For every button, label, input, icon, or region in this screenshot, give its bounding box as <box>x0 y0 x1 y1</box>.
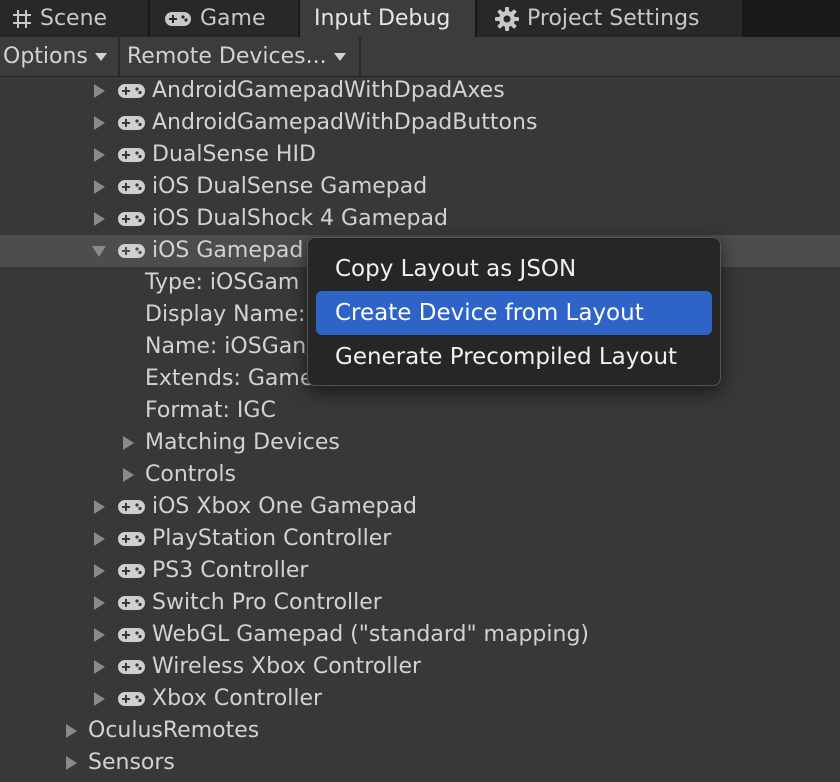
detail-display-name: Display Name: <box>145 302 306 327</box>
detail-row: Format: IGC <box>0 395 840 427</box>
device-label: AndroidGamepadWithDpadAxes <box>152 78 505 103</box>
tree-item-device[interactable]: iOS DualShock 4 Gamepad <box>0 203 840 235</box>
expand-arrow-icon[interactable] <box>94 212 105 226</box>
group-label: OculusRemotes <box>88 718 260 743</box>
expand-arrow-icon[interactable] <box>94 180 105 194</box>
gamepad-icon <box>118 84 145 98</box>
toolbar: Options Remote Devices... <box>0 37 840 77</box>
tree-item-group[interactable]: OculusRemotes <box>0 715 840 747</box>
gamepad-icon <box>118 500 145 514</box>
menu-item-generate-precompiled-layout[interactable]: Generate Precompiled Layout <box>316 335 712 379</box>
tree-item-device[interactable]: iOS DualSense Gamepad <box>0 171 840 203</box>
device-label: WebGL Gamepad ("standard" mapping) <box>152 622 590 647</box>
input-debug-window: Scene Game Input Debug Project Settings … <box>0 0 840 782</box>
detail-format: Format: IGC <box>145 398 276 423</box>
device-label: PS3 Controller <box>152 558 309 583</box>
remote-devices-dropdown[interactable]: Remote Devices... <box>127 37 357 76</box>
tab-input-debug[interactable]: Input Debug <box>300 0 475 37</box>
tree-item-device[interactable]: Xbox Controller <box>0 683 840 715</box>
device-label: iOS Xbox One Gamepad <box>152 494 417 519</box>
toolbar-divider <box>359 37 361 76</box>
gamepad-icon <box>118 148 145 162</box>
tree-item-controls[interactable]: Controls <box>0 459 840 491</box>
gamepad-icon <box>118 212 145 226</box>
gamepad-icon <box>118 596 145 610</box>
subgroup-label: Controls <box>145 462 236 487</box>
expand-arrow-icon[interactable] <box>66 724 77 738</box>
tree-item-device[interactable]: PS3 Controller <box>0 555 840 587</box>
gamepad-icon <box>164 10 192 28</box>
toolbar-divider <box>118 37 120 76</box>
device-label: Switch Pro Controller <box>152 590 382 615</box>
menu-item-create-device-from-layout[interactable]: Create Device from Layout <box>316 291 712 335</box>
options-dropdown[interactable]: Options <box>3 37 116 76</box>
chevron-down-icon <box>94 52 107 61</box>
tab-label: Project Settings <box>527 6 700 31</box>
device-label: Xbox Controller <box>152 686 323 711</box>
expand-arrow-icon[interactable] <box>94 692 105 706</box>
grid-icon <box>12 9 32 29</box>
tree-item-device[interactable]: WebGL Gamepad ("standard" mapping) <box>0 619 840 651</box>
tree-item-device[interactable]: Wireless Xbox Controller <box>0 651 840 683</box>
gamepad-icon <box>118 532 145 546</box>
context-menu: Copy Layout as JSON Create Device from L… <box>307 237 721 386</box>
detail-extends: Extends: Game <box>145 366 314 391</box>
gamepad-icon <box>118 660 145 674</box>
tab-bar: Scene Game Input Debug Project Settings <box>0 0 840 37</box>
gamepad-icon <box>118 628 145 642</box>
expand-arrow-icon[interactable] <box>94 564 105 578</box>
device-label: iOS DualSense Gamepad <box>152 174 428 199</box>
group-label: Sensors <box>88 750 175 775</box>
tab-label: Game <box>200 6 266 31</box>
menu-item-label: Copy Layout as JSON <box>335 256 577 282</box>
device-label: DualSense HID <box>152 142 316 167</box>
menu-item-label: Generate Precompiled Layout <box>335 344 678 370</box>
menu-item-label: Create Device from Layout <box>335 300 644 326</box>
remote-devices-label: Remote Devices... <box>127 44 327 69</box>
tab-game[interactable]: Game <box>150 0 298 37</box>
device-label: AndroidGamepadWithDpadButtons <box>152 110 538 135</box>
expand-arrow-icon[interactable] <box>94 532 105 546</box>
chevron-down-icon <box>333 52 346 61</box>
gamepad-icon <box>118 116 145 130</box>
expand-arrow-icon[interactable] <box>94 628 105 642</box>
device-label: iOS Gamepad <box>152 238 304 263</box>
expand-arrow-icon[interactable] <box>123 468 134 482</box>
expand-arrow-icon[interactable] <box>94 500 105 514</box>
options-label: Options <box>3 44 88 69</box>
expand-arrow-icon[interactable] <box>94 116 105 130</box>
gear-icon <box>495 6 519 31</box>
gamepad-icon <box>118 692 145 706</box>
expand-arrow-icon[interactable] <box>66 756 77 770</box>
subgroup-label: Matching Devices <box>145 430 340 455</box>
device-label: iOS DualShock 4 Gamepad <box>152 206 448 231</box>
tree-item-device[interactable]: AndroidGamepadWithDpadButtons <box>0 107 840 139</box>
device-label: PlayStation Controller <box>152 526 392 551</box>
tree-item-group[interactable]: Sensors <box>0 747 840 779</box>
expand-arrow-icon[interactable] <box>94 660 105 674</box>
expand-arrow-icon[interactable] <box>94 148 105 162</box>
tree-item-device[interactable]: iOS Xbox One Gamepad <box>0 491 840 523</box>
tree-item-device[interactable]: PlayStation Controller <box>0 523 840 555</box>
gamepad-icon <box>118 564 145 578</box>
menu-item-copy-layout-json[interactable]: Copy Layout as JSON <box>316 247 712 291</box>
tree-item-device[interactable]: Switch Pro Controller <box>0 587 840 619</box>
device-layout-tree: AndroidGamepadWithDpadAxes AndroidGamepa… <box>0 77 840 782</box>
tab-project-settings[interactable]: Project Settings <box>477 0 742 37</box>
gamepad-icon <box>118 244 145 258</box>
expand-arrow-icon[interactable] <box>94 596 105 610</box>
tab-label: Input Debug <box>314 6 451 31</box>
tree-item-device[interactable]: AndroidGamepadWithDpadAxes <box>0 75 840 107</box>
detail-type: Type: iOSGam <box>145 270 300 295</box>
tree-item-matching-devices[interactable]: Matching Devices <box>0 427 840 459</box>
detail-name: Name: iOSGan <box>145 334 307 359</box>
tree-item-device[interactable]: DualSense HID <box>0 139 840 171</box>
tab-label: Scene <box>40 6 108 31</box>
expand-arrow-icon[interactable] <box>94 84 105 98</box>
gamepad-icon <box>118 180 145 194</box>
expand-arrow-icon[interactable] <box>123 436 134 450</box>
collapse-arrow-icon[interactable] <box>92 246 106 257</box>
device-label: Wireless Xbox Controller <box>152 654 422 679</box>
tab-scene[interactable]: Scene <box>0 0 148 37</box>
